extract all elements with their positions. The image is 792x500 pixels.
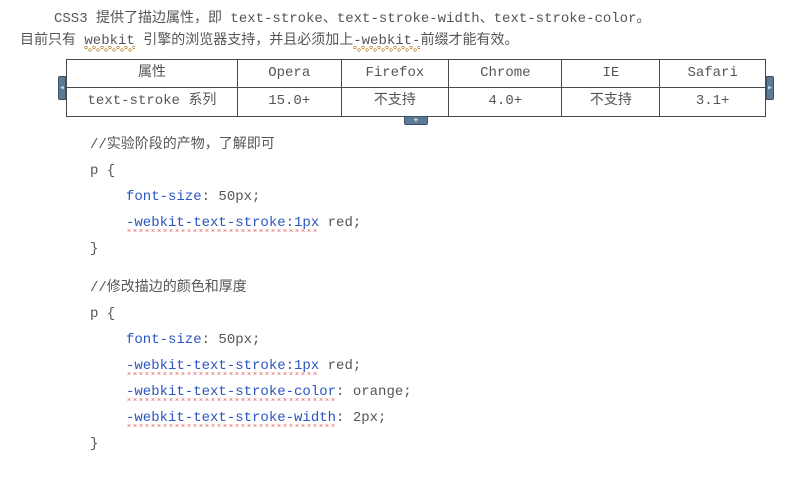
intro-line2-a: 目前只有 [20,33,84,49]
th-ie: IE [562,59,660,88]
css-val: : 50px; [202,332,261,348]
table-row: text-stroke 系列 15.0+ 不支持 4.0+ 不支持 3.1+ [67,88,766,117]
intro-line1-c: 。 [636,11,650,27]
th-firefox: Firefox [341,59,449,88]
css-val: red; [319,358,361,374]
code2-line3: -webkit-text-stroke-color: orange; [90,380,740,406]
intro-paragraph: CSS3 提供了描边属性，即 text-stroke、text-stroke-w… [20,8,740,53]
code2-line2: -webkit-text-stroke:1px red; [90,354,740,380]
code-block-2: //修改描边的颜色和厚度 p { font-size: 50px; -webki… [90,276,740,457]
spacer [20,262,740,276]
css-val: : 50px; [202,189,261,205]
compat-table: 属性 Opera Firefox Chrome IE Safari text-s… [66,59,766,117]
code2-close: } [90,432,740,458]
code2-selector: p { [90,302,740,328]
intro-line2-d: -webkit- [353,33,420,52]
intro-line2-e: 前缀才能有效。 [420,33,518,49]
table-header-row: 属性 Opera Firefox Chrome IE Safari [67,59,766,88]
code2-line1: font-size: 50px; [90,328,740,354]
css-val: red; [319,215,361,231]
code1-line1: font-size: 50px; [90,185,740,211]
css-prop: font-size [126,189,202,205]
code2-line4: -webkit-text-stroke-width: 2px; [90,406,740,432]
td-chrome: 4.0+ [449,88,562,117]
td-firefox: 不支持 [341,88,449,117]
th-property: 属性 [67,59,238,88]
css-prop: -webkit-text-stroke:1px [126,215,319,232]
code-block-1: //实验阶段的产物，了解即可 p { font-size: 50px; -web… [90,133,740,262]
th-safari: Safari [660,59,766,88]
td-ie: 不支持 [562,88,660,117]
intro-line1-b: text-stroke、text-stroke-width、text-strok… [230,11,636,27]
th-opera: Opera [237,59,341,88]
css-prop: -webkit-text-stroke-color [126,384,336,401]
code2-comment: //修改描边的颜色和厚度 [90,276,740,302]
table-handle-right[interactable]: ▸ [766,76,774,100]
th-chrome: Chrome [449,59,562,88]
code1-selector: p { [90,159,740,185]
css-prop: -webkit-text-stroke:1px [126,358,319,375]
table-handle-left[interactable]: ◂ [58,76,66,100]
intro-line2-c: 引擎的浏览器支持，并且必须加上 [135,33,353,49]
css-val: : orange; [336,384,412,400]
document-page: CSS3 提供了描边属性，即 text-stroke、text-stroke-w… [0,0,760,478]
code1-comment: //实验阶段的产物，了解即可 [90,133,740,159]
intro-line2-b: webkit [84,33,134,52]
css-prop: -webkit-text-stroke-width [126,410,336,427]
td-property: text-stroke 系列 [67,88,238,117]
css-prop: font-size [126,332,202,348]
table-handle-bottom[interactable]: + [404,116,428,125]
code1-line2: -webkit-text-stroke:1px red; [90,211,740,237]
css-val: : 2px; [336,410,386,426]
compat-table-wrap: ◂ ▸ + 属性 Opera Firefox Chrome IE Safari … [66,59,766,117]
td-opera: 15.0+ [237,88,341,117]
td-safari: 3.1+ [660,88,766,117]
code1-close: } [90,237,740,263]
intro-line1-a: CSS3 提供了描边属性，即 [20,11,230,27]
